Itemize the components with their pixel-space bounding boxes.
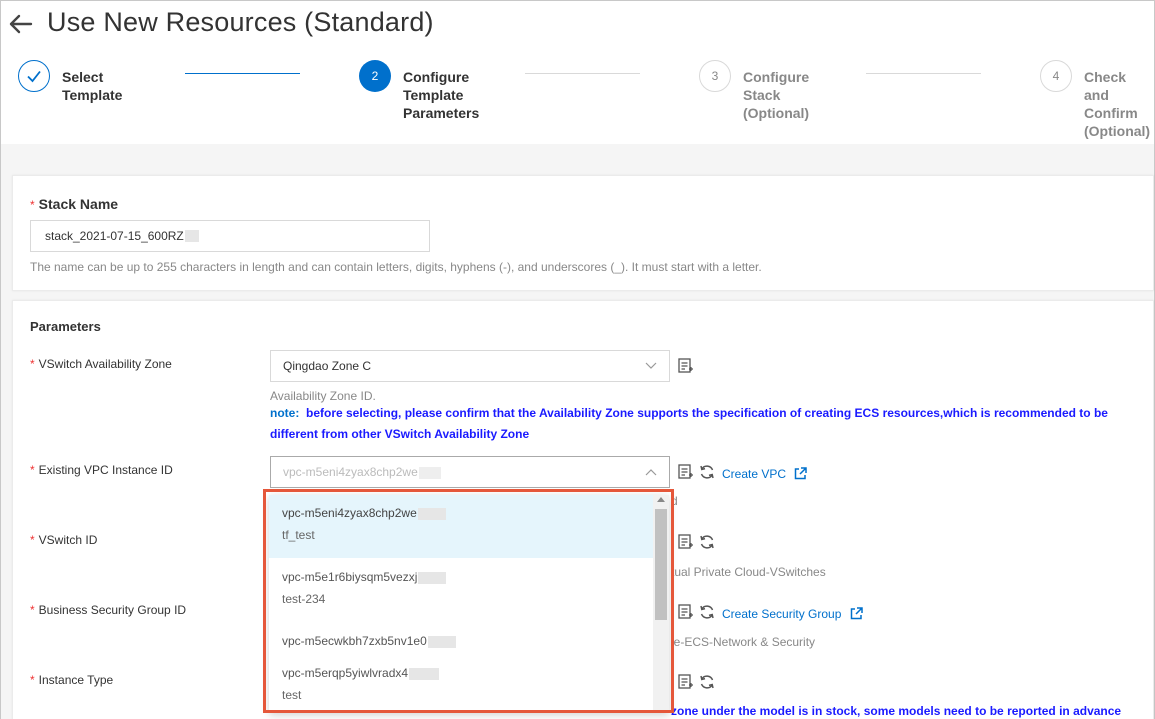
security-group-label: * Business Security Group ID	[30, 603, 187, 617]
instance-type-label: * Instance Type	[30, 673, 114, 687]
vswitch-zone-help: Availability Zone ID.	[270, 389, 376, 403]
step-connector	[866, 73, 981, 74]
list-icon[interactable]	[678, 674, 694, 690]
chevron-down-icon	[645, 362, 657, 369]
step-2-label: Configure Template Parameters	[403, 69, 480, 121]
external-link-icon	[850, 607, 863, 620]
stack-name-help: The name can be up to 255 characters in …	[30, 260, 762, 274]
create-vpc-link[interactable]: Create VPC	[722, 465, 808, 483]
refresh-icon[interactable]	[699, 464, 715, 480]
chevron-up-icon	[645, 469, 657, 476]
refresh-icon[interactable]	[699, 534, 715, 550]
vpc-select[interactable]: vpc-m5eni4zyax8chp2we	[270, 456, 670, 488]
stack-name-label: * Stack Name	[30, 196, 119, 212]
create-security-group-link[interactable]: Create Security Group	[722, 605, 863, 623]
step-connector	[525, 73, 640, 74]
refresh-icon[interactable]	[699, 674, 715, 690]
vpc-label: * Existing VPC Instance ID	[30, 463, 173, 477]
vswitch-zone-select[interactable]: Qingdao Zone C	[270, 350, 670, 382]
step-4-circle: 4	[1040, 60, 1072, 92]
back-arrow-icon[interactable]	[7, 11, 33, 37]
list-icon[interactable]	[678, 464, 694, 480]
list-icon[interactable]	[678, 358, 694, 374]
step-3-label: Configure Stack (Optional)	[743, 69, 810, 121]
page-title: Use New Resources (Standard)	[47, 7, 434, 37]
step-1-check-icon	[18, 60, 50, 92]
parameters-title: Parameters	[30, 319, 101, 334]
list-icon[interactable]	[678, 604, 694, 620]
step-1-label: Select Template	[62, 69, 123, 103]
vswitch-id-help: tual Private Cloud-VSwitches	[671, 565, 826, 579]
external-link-icon	[795, 467, 808, 480]
highlight-box	[263, 489, 674, 713]
vswitch-zone-label: * VSwitch Availability Zone	[30, 357, 172, 371]
step-2-circle: 2	[359, 60, 391, 92]
vswitch-id-label: * VSwitch ID	[30, 533, 98, 547]
security-group-help: le-ECS-Network & Security	[671, 635, 816, 649]
instance-type-note: zone under the model is in stock, some m…	[671, 704, 1122, 718]
step-3-circle: 3	[699, 60, 731, 92]
list-icon[interactable]	[678, 534, 694, 550]
step-connector	[185, 73, 300, 74]
vswitch-zone-note: note: before selecting, please confirm t…	[270, 406, 1108, 441]
step-4-label: Check and Confirm (Optional)	[1084, 69, 1151, 139]
stack-name-input[interactable]: stack_2021-07-15_600RZ	[30, 220, 430, 252]
refresh-icon[interactable]	[699, 604, 715, 620]
